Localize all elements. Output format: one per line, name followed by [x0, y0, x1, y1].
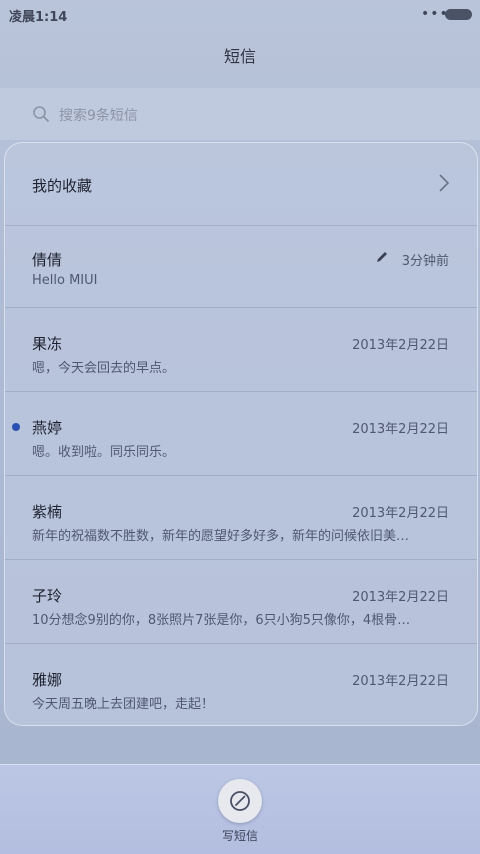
thread-name: 雅娜 — [32, 671, 63, 689]
thread-preview: 嗯，今天会回去的早点。 — [32, 361, 176, 376]
thread-date: 2013年2月22日 — [352, 674, 449, 689]
page-title: 短信 — [223, 47, 256, 66]
compose-icon — [230, 791, 250, 811]
compose-button[interactable] — [218, 779, 262, 823]
thread-row[interactable]: 倩倩 3分钟前 Hello MIUI — [5, 225, 477, 308]
thread-preview: Hello MIUI — [32, 273, 98, 288]
status-time: 凌晨1:14 — [9, 10, 68, 25]
thread-name: 子玲 — [32, 587, 63, 605]
favorites-item[interactable]: 我的收藏 — [5, 143, 477, 226]
thread-row[interactable]: 紫楠 2013年2月22日 新年的祝福数不胜数，新年的愿望好多好多，新年的问候依… — [5, 477, 477, 560]
search-placeholder[interactable]: 搜索9条短信 — [59, 105, 138, 125]
thread-preview: 新年的祝福数不胜数，新年的愿望好多好多，新年的问候依旧美… — [32, 529, 410, 544]
chevron-right-icon — [439, 174, 450, 192]
thread-name: 燕婷 — [32, 419, 63, 437]
thread-row[interactable]: 子玲 2013年2月22日 10分想念9别的你，8张照片7张是你，6只小狗5只像… — [5, 561, 477, 644]
thread-date: 2013年2月22日 — [352, 422, 449, 437]
thread-date: 2013年2月22日 — [352, 338, 449, 353]
thread-name: 果冻 — [32, 335, 63, 353]
thread-row[interactable]: 燕婷 2013年2月22日 嗯。收到啦。同乐同乐。 — [5, 393, 477, 476]
search-icon — [33, 106, 49, 122]
thread-name: 倩倩 — [32, 251, 63, 269]
thread-preview: 10分想念9别的你，8张照片7张是你，6只小狗5只像你，4根骨… — [32, 613, 411, 628]
conversation-list: 我的收藏 倩倩 3分钟前 Hello MIUI 果冻 2013年2月22日 嗯，… — [4, 142, 478, 726]
search-bar[interactable]: 搜索9条短信 — [0, 88, 480, 140]
bottom-bar: 写短信 — [0, 764, 480, 854]
battery-icon — [445, 9, 472, 20]
compose-label[interactable]: 写短信 — [0, 827, 480, 844]
thread-name: 紫楠 — [32, 503, 63, 521]
unread-dot-icon — [12, 423, 20, 431]
status-bar: 凌晨1:14 ••• — [0, 0, 480, 28]
thread-date: 2013年2月22日 — [352, 506, 449, 521]
thread-preview: 嗯。收到啦。同乐同乐。 — [32, 445, 176, 460]
favorites-label: 我的收藏 — [32, 177, 93, 195]
thread-preview: 今天周五晚上去团建吧，走起！ — [32, 697, 215, 712]
thread-date: 2013年2月22日 — [352, 590, 449, 605]
thread-row[interactable]: 雅娜 2013年2月22日 今天周五晚上去团建吧，走起！ — [5, 645, 477, 725]
thread-row[interactable]: 果冻 2013年2月22日 嗯，今天会回去的早点。 — [5, 309, 477, 392]
pencil-icon — [377, 252, 387, 262]
thread-date: 3分钟前 — [401, 254, 449, 269]
